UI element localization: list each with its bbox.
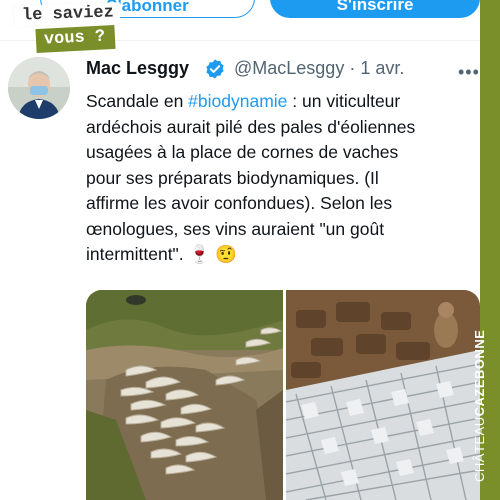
- signup-button[interactable]: S'inscrire: [270, 0, 480, 18]
- more-options-icon[interactable]: •••: [458, 62, 480, 83]
- hashtag-link[interactable]: #biodynamie: [188, 91, 287, 111]
- brand-name: CAZEBONNE: [472, 329, 487, 417]
- tweet-text: Scandale en #biodynamie : un viticulteur…: [86, 89, 466, 268]
- tweet-line: ardéchois aurait pilé des pales d'éolien…: [86, 116, 416, 137]
- tweet-line: usagées à la place de cornes de vaches: [86, 142, 399, 162]
- tweet-line: œnologues, ses vins auraient "un goût: [86, 218, 385, 239]
- tweet-line: affirme les avoir confondues). Selon les: [86, 193, 393, 213]
- author-name[interactable]: Mac Lesggy: [86, 58, 189, 79]
- verified-badge-icon: [206, 59, 224, 79]
- avatar[interactable]: [8, 57, 70, 119]
- tweet-line: Scandale en #biodynamie : un viticulteur: [86, 91, 401, 111]
- tweet-media[interactable]: [86, 290, 480, 500]
- brand-prefix: CHÂTEAU: [472, 416, 487, 482]
- tweet-line: pour ses préparats biodynamiques. (Il: [86, 167, 379, 188]
- brand-label: CHÂTEAUCAZEBONNE: [470, 330, 490, 500]
- horns-in-soil-photo[interactable]: [86, 290, 283, 500]
- turbine-blades-in-soil-photo[interactable]: [286, 290, 480, 500]
- tweet-line: intermittent". 🍷 🤨: [86, 244, 237, 264]
- sticker-line-2: vous ?: [35, 24, 116, 54]
- handle-and-date[interactable]: @MacLesggy · 1 avr.: [234, 58, 404, 79]
- sticker-line-1: le saviez: [13, 2, 121, 27]
